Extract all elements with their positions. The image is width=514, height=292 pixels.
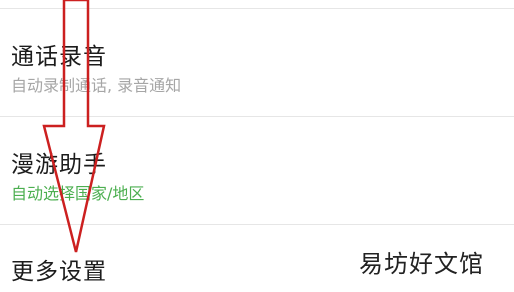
- settings-item-roaming-assistant[interactable]: 漫游助手 自动选择国家/地区: [0, 117, 514, 224]
- settings-item-subtitle: 自动选择国家/地区: [11, 184, 145, 203]
- watermark-text: 易坊好文馆: [355, 244, 488, 279]
- settings-item-title: 通话录音: [11, 44, 107, 70]
- settings-item-call-recording[interactable]: 通话录音 自动录制通话, 录音通知: [0, 9, 514, 115]
- settings-item-title: 漫游助手: [11, 152, 107, 178]
- settings-item-subtitle: 自动录制通话, 录音通知: [11, 76, 182, 95]
- settings-item-title: 更多设置: [11, 259, 107, 285]
